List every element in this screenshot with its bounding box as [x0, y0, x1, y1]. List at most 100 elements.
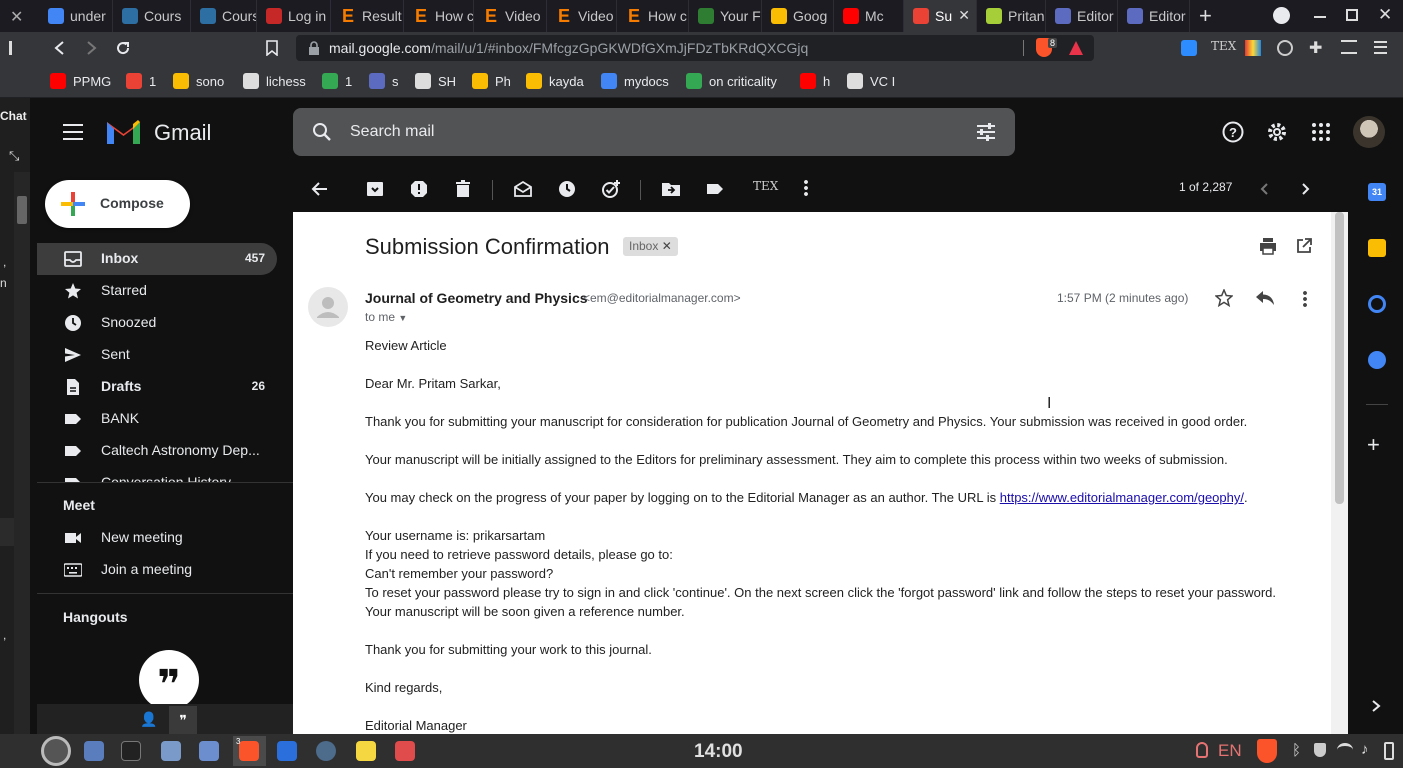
more-options-icon[interactable] [804, 179, 808, 197]
browser-tab[interactable]: under [39, 0, 113, 32]
editorial-manager-link[interactable]: https://www.editorialmanager.com/geophy/ [1000, 490, 1244, 505]
bluetooth-icon[interactable]: ᛒ [1292, 742, 1301, 759]
maximize-icon[interactable] [1346, 9, 1358, 21]
keep-icon[interactable] [1368, 239, 1386, 257]
snooze-icon[interactable] [557, 179, 577, 199]
taskbar-clock[interactable]: 14:00 [694, 741, 743, 763]
search-options-icon[interactable] [976, 123, 996, 141]
move-to-icon[interactable] [661, 179, 681, 199]
newer-chevron-icon[interactable] [1255, 179, 1275, 199]
help-icon[interactable]: ? [1222, 121, 1244, 143]
browser-tab[interactable]: Cours [113, 0, 191, 32]
bluetooth-app-icon[interactable] [277, 741, 297, 761]
sidebar-toggle-icon[interactable] [9, 41, 21, 55]
bookmark-item[interactable]: 1 [322, 73, 352, 89]
browser-tab[interactable]: Your F [689, 0, 762, 32]
contacts-icon[interactable] [1368, 351, 1386, 369]
hangouts-tab-icon[interactable]: ❞ [169, 706, 197, 734]
message-scroll-thumb[interactable] [1335, 212, 1344, 504]
browser-tab[interactable]: E Video [547, 0, 617, 32]
media-icon[interactable] [1341, 40, 1357, 54]
collapse-icon[interactable]: ⤡ [9, 148, 19, 164]
browser-tab[interactable]: Cours [191, 0, 257, 32]
delete-icon[interactable] [453, 179, 473, 199]
bookmark-item[interactable]: PPMG [50, 73, 111, 89]
open-new-window-icon[interactable] [1296, 238, 1312, 254]
zoom-ext-icon[interactable] [1181, 40, 1197, 56]
screenshot-icon[interactable] [161, 741, 181, 761]
tex-ext-icon[interactable]: TEX [1211, 39, 1236, 53]
keyboard-layout[interactable]: EN [1218, 741, 1242, 761]
recipient-details[interactable]: to me ▼ [365, 310, 407, 324]
bookmark-item[interactable]: Ph [472, 73, 511, 89]
print-icon[interactable] [1259, 237, 1277, 255]
folder-icon[interactable] [199, 741, 219, 761]
sidebar-item-bank[interactable]: BANK [37, 403, 277, 435]
side-scrollbar[interactable] [14, 172, 30, 734]
bookmark-item[interactable]: SH [415, 73, 456, 89]
sender-name[interactable]: Journal of Geometry and Physics [365, 290, 588, 306]
sidebar-item-drafts[interactable]: Drafts 26 [37, 371, 277, 403]
compose-button[interactable]: Compose [45, 180, 190, 228]
message-more-icon[interactable] [1303, 290, 1307, 308]
system-monitor-icon[interactable] [316, 741, 336, 761]
browser-tab[interactable]: E Result [331, 0, 404, 32]
message-scrollbar[interactable] [1331, 212, 1348, 734]
inbox-label-chip[interactable]: Inbox ✕ [623, 237, 678, 256]
get-addons-icon[interactable]: + [1367, 434, 1380, 456]
browser-tab[interactable]: Log in [257, 0, 331, 32]
add-task-icon[interactable] [601, 179, 621, 199]
tasks-icon[interactable] [1368, 295, 1386, 313]
bookmark-item[interactable]: 1 [126, 73, 156, 89]
battery-icon[interactable] [1384, 742, 1394, 760]
start-menu-icon[interactable] [41, 736, 71, 766]
bookmark-item[interactable]: sono [173, 73, 224, 89]
older-chevron-icon[interactable] [1295, 179, 1315, 199]
reload-icon[interactable] [115, 40, 131, 56]
archive-icon[interactable] [365, 179, 385, 199]
terminal-icon[interactable] [121, 741, 141, 761]
sidebar-item-starred[interactable]: Starred [37, 275, 277, 307]
settings-gear-icon[interactable] [1266, 121, 1288, 143]
search-bar[interactable]: Search mail [293, 108, 1015, 156]
close-tab-icon[interactable]: ✕ [958, 7, 970, 24]
main-menu-icon[interactable] [63, 124, 83, 140]
lightbulb-icon[interactable] [1196, 742, 1208, 758]
gmail-logo-icon[interactable] [105, 118, 142, 146]
search-input[interactable]: Search mail [350, 123, 434, 141]
show-side-panel-icon[interactable] [1369, 699, 1383, 713]
account-avatar[interactable] [1353, 116, 1385, 148]
back-icon[interactable] [52, 40, 68, 56]
browser-tab[interactable]: Goog [762, 0, 834, 32]
report-spam-icon[interactable] [409, 179, 429, 199]
browser-tab[interactable]: Pritan [977, 0, 1046, 32]
bookmark-item[interactable]: h [800, 73, 830, 89]
bookmark-item[interactable]: on criticality [686, 73, 777, 89]
tex-icon[interactable]: TEX [753, 179, 778, 193]
files-app-icon[interactable] [84, 741, 104, 761]
globe-ext-icon[interactable] [1277, 40, 1293, 56]
forward-icon[interactable] [83, 40, 99, 56]
sidebar-item-sent[interactable]: Sent [37, 339, 277, 371]
shield-tray-icon[interactable] [1314, 743, 1326, 757]
extensions-icon[interactable]: ✚ [1309, 38, 1322, 58]
notes-icon[interactable] [356, 741, 376, 761]
browser-tab[interactable]: E How c [404, 0, 474, 32]
panel-handle[interactable] [0, 518, 14, 546]
contacts-person-icon[interactable]: 👤 [140, 711, 157, 728]
brave-tray-icon[interactable] [1257, 739, 1277, 763]
stripes-ext-icon[interactable] [1245, 40, 1261, 56]
bookmark-icon[interactable] [265, 40, 279, 56]
rewards-icon[interactable] [1068, 40, 1084, 56]
minimize-icon[interactable] [1314, 16, 1326, 18]
apps-grid-icon[interactable] [1312, 123, 1330, 141]
browser-tab[interactable]: Editor [1046, 0, 1118, 32]
search-icon[interactable] [312, 122, 332, 142]
sidebar-item-snoozed[interactable]: Snoozed [37, 307, 277, 339]
browser-tab[interactable]: E How c [617, 0, 689, 32]
browser-tab[interactable]: E Video [474, 0, 547, 32]
mark-unread-icon[interactable] [513, 179, 533, 199]
menu-icon[interactable] [1374, 41, 1387, 54]
tab-search-icon[interactable] [1273, 7, 1290, 24]
new-tab-button[interactable]: + [1199, 3, 1212, 29]
